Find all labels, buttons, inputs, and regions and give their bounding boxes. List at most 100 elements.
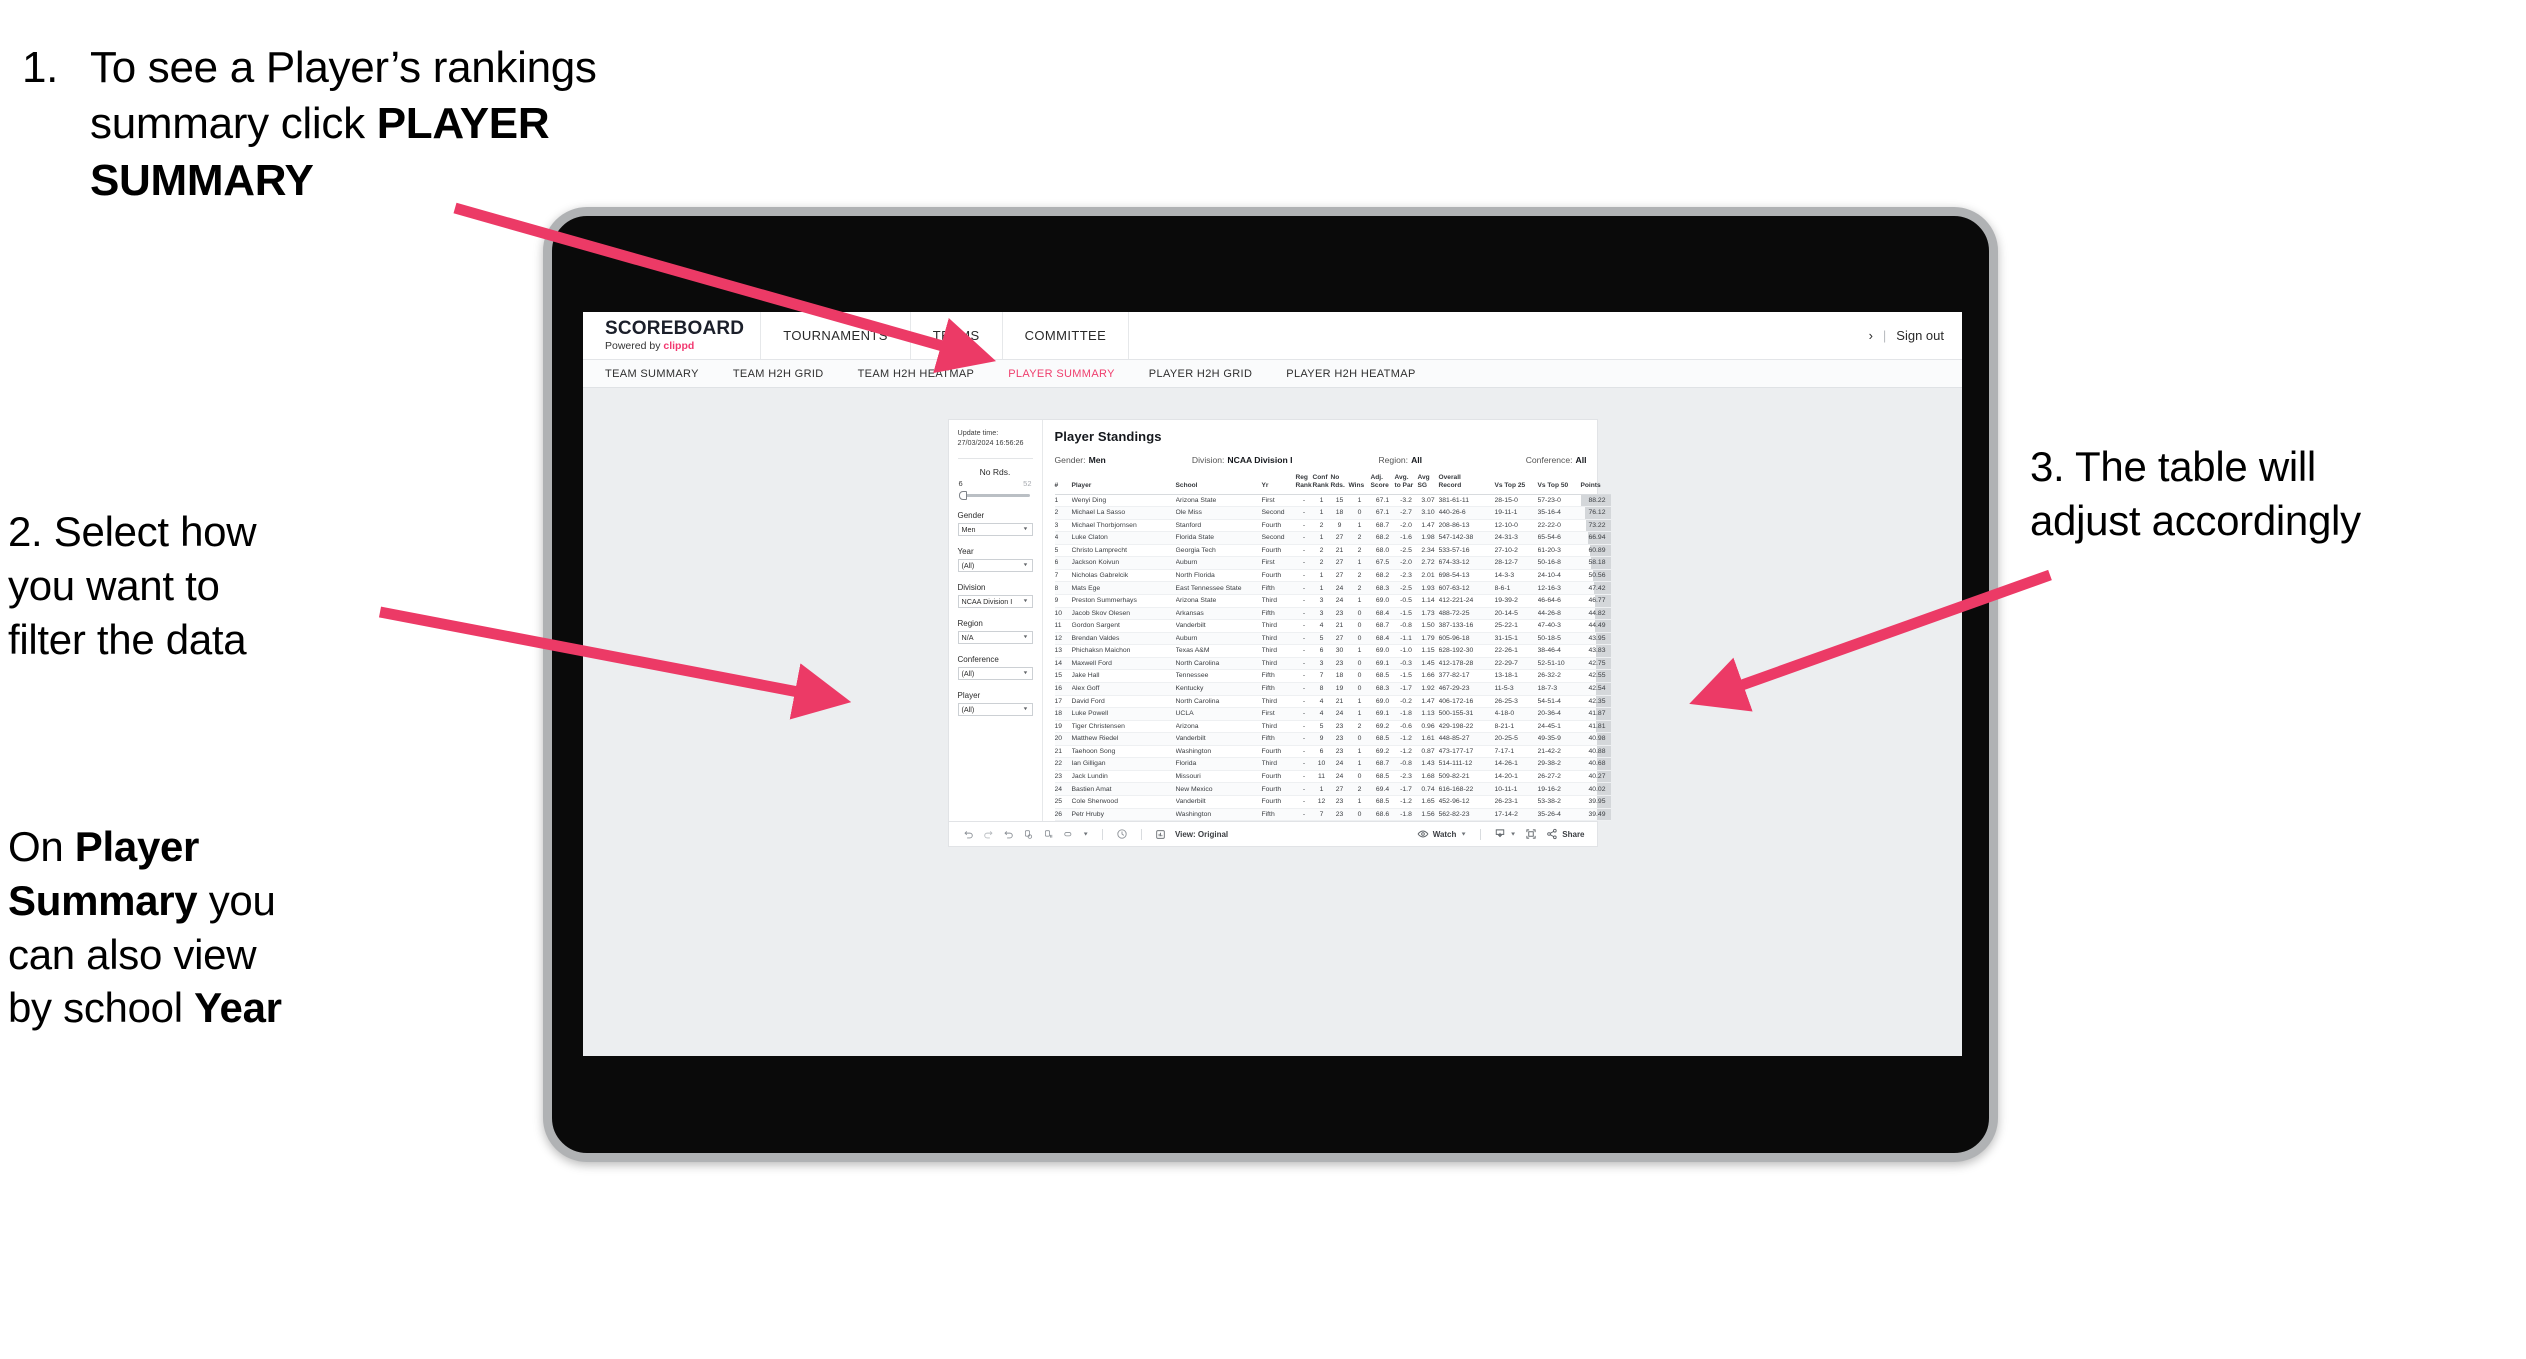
filter-division-dropdown[interactable]: NCAA Division I ▼	[957, 594, 1033, 608]
table-row[interactable]: 3 Michael Thorbjornsen Stanford Fourth -2 9 1 6…	[1054, 519, 1611, 533]
cell-no-rds: 24	[1330, 707, 1349, 721]
view-label[interactable]: View: Original	[1175, 830, 1228, 839]
refresh-data-icon[interactable]	[1023, 829, 1034, 840]
table-row[interactable]: 1 Wenyi Ding Arizona State First -1 15 1 67.1 -3…	[1054, 494, 1611, 508]
topnav-item-tournaments[interactable]: TOURNAMENTS	[761, 312, 911, 359]
cell-reg-rank: -	[1295, 770, 1313, 784]
cell-avg-to-par: -2.5	[1394, 544, 1418, 558]
col-adj-score[interactable]: Adj. Score	[1370, 474, 1395, 495]
cell-points: 40.88	[1580, 745, 1611, 759]
sign-out-link[interactable]: Sign out	[1896, 328, 1944, 343]
no-rounds-slider[interactable]	[958, 490, 1033, 500]
col-vs-top-25[interactable]: Vs Top 25	[1494, 474, 1538, 495]
col-points[interactable]: Points	[1580, 474, 1611, 495]
col-avg-to-par[interactable]: Avg. to Par	[1394, 474, 1418, 495]
table-row[interactable]: 7 Nicholas Gabrelcik North Florida Fourth -1…	[1054, 569, 1611, 583]
table-row[interactable]: 25 Cole Sherwood Vanderbilt Fourth -12 23 1 68.…	[1054, 795, 1611, 809]
slider-handle[interactable]	[958, 490, 967, 500]
topnav-item-teams[interactable]: TEAMS	[911, 312, 1003, 359]
cell-wins: 0	[1348, 619, 1371, 633]
cell-yr: Third	[1261, 657, 1296, 671]
tab-player-h2h-heatmap[interactable]: PLAYER H2H HEATMAP	[1286, 368, 1415, 380]
download-button[interactable]: ▼	[1494, 828, 1516, 840]
filter-conference-dropdown[interactable]: (All) ▼	[957, 666, 1033, 680]
view-icon[interactable]	[1155, 829, 1166, 840]
tab-player-summary[interactable]: PLAYER SUMMARY	[1008, 368, 1115, 380]
share-button[interactable]: Share	[1546, 828, 1585, 840]
download-icon	[1494, 828, 1506, 840]
cell-overall-record: 452-96-12	[1438, 795, 1495, 809]
table-row[interactable]: 23 Jack Lundin Missouri Fourth -11 24 0 68.5 -2.…	[1054, 770, 1611, 784]
table-row[interactable]: 21 Taehoon Song Washington Fourth -6 23 1 69.2-…	[1054, 745, 1611, 759]
topnav-item-committee[interactable]: COMMITTEE	[1003, 312, 1130, 359]
cell-yr: Fifth	[1261, 808, 1296, 822]
filter-region-dropdown[interactable]: N/A ▼	[957, 630, 1033, 644]
cell-adj-score: 69.1	[1370, 657, 1395, 671]
cell-no-rds: 21	[1330, 695, 1349, 709]
table-row[interactable]: 20 Matthew Riedel Vanderbilt Fifth -9 23 0 68.5…	[1054, 732, 1611, 746]
cell-vs-top-25: 28-15-0	[1494, 494, 1538, 508]
tab-team-h2h-heatmap[interactable]: TEAM H2H HEATMAP	[858, 368, 975, 380]
cell-vs-top-50: 35-26-4	[1537, 808, 1581, 822]
table-row[interactable]: 9 Preston Summerhays Arizona State Third -3 2…	[1054, 594, 1611, 608]
col-avg-sg[interactable]: Avg SG	[1417, 474, 1439, 495]
tab-team-summary[interactable]: TEAM SUMMARY	[605, 368, 699, 380]
table-row[interactable]: 12 Brendan Valdes Auburn Third -5 27 0 68.4 -1.1…	[1054, 632, 1611, 646]
tab-team-h2h-grid[interactable]: TEAM H2H GRID	[733, 368, 824, 380]
table-row[interactable]: 17 David Ford North Carolina Third -4 21 1 69.0…	[1054, 695, 1611, 709]
watch-button[interactable]: Watch ▼	[1417, 828, 1467, 840]
col-yr[interactable]: Yr	[1261, 474, 1296, 495]
col-school[interactable]: School	[1175, 474, 1262, 495]
cell-overall-record: 467-29-23	[1438, 682, 1495, 696]
table-row[interactable]: 14 Maxwell Ford North Carolina Third -3 23 0 69…	[1054, 657, 1611, 671]
col-overall-rec[interactable]: Overall Record	[1438, 474, 1495, 495]
cell-overall-record: 509-82-21	[1438, 770, 1495, 784]
table-row[interactable]: 15 Jake Hall Tennessee Fifth -7 18 0 68.5 -1.5 1.…	[1054, 669, 1611, 683]
fullscreen-icon[interactable]	[1525, 828, 1537, 840]
header-truncated-item[interactable]: ›	[1869, 328, 1873, 343]
chevron-down-icon[interactable]: ▼	[1083, 831, 1089, 837]
table-row[interactable]: 4 Luke Claton Florida State Second -1 27 2 68.2…	[1054, 531, 1611, 545]
cell-overall-record: 448-85-27	[1438, 732, 1495, 746]
table-row[interactable]: 6 Jackson Koivun Auburn First -2 27 1 67.5 -2.0 2…	[1054, 556, 1611, 570]
col-reg-rank[interactable]: Reg Rank	[1295, 474, 1313, 495]
filter-player-dropdown[interactable]: (All) ▼	[957, 702, 1033, 716]
redo-icon[interactable]	[983, 829, 994, 840]
col-conf-rank[interactable]: Conf Rank	[1312, 474, 1331, 495]
cell-wins: 0	[1348, 669, 1371, 683]
col-rank[interactable]: #	[1054, 474, 1072, 495]
table-row[interactable]: 13 Phichaksn Maichon Texas A&M Third -6 30 1 69…	[1054, 644, 1611, 658]
col-player[interactable]: Player	[1071, 474, 1176, 495]
cell-conf-rank: 10	[1312, 757, 1331, 771]
col-vs-top-50[interactable]: Vs Top 50	[1537, 474, 1581, 495]
table-row[interactable]: 18 Luke Powell UCLA First -4 24 1 69.1 -1.8 1.13 5…	[1054, 707, 1611, 721]
filter-gender-dropdown[interactable]: Men ▼	[957, 522, 1033, 536]
table-row[interactable]: 8 Mats Ege East Tennessee State Fifth -1 24 2 6…	[1054, 581, 1611, 596]
table-row[interactable]: 2 Michael La Sasso Ole Miss Second -1 18 0 67.1…	[1054, 506, 1611, 520]
cell-points: 41.81	[1580, 720, 1611, 734]
cell-reg-rank: -	[1295, 808, 1313, 822]
revert-icon[interactable]	[1003, 829, 1014, 840]
cell-no-rds: 23	[1330, 795, 1349, 809]
filter-year-dropdown[interactable]: (All) ▼	[957, 558, 1033, 572]
cell-player: Gordon Sargent	[1071, 619, 1176, 633]
table-row[interactable]: 11 Gordon Sargent Vanderbilt Third -4 21 0 68.7…	[1054, 619, 1611, 633]
pause-updates-icon[interactable]	[1043, 829, 1054, 840]
pause-auto-update-icon[interactable]	[1116, 828, 1128, 840]
table-row[interactable]: 10 Jacob Skov Olesen Arkansas Fifth -3 23 0 68.…	[1054, 607, 1611, 621]
col-no-rds[interactable]: No Rds.	[1330, 474, 1349, 495]
table-row[interactable]: 22 Ian Gilligan Florida Third -10 24 1 68.7 -0.8…	[1054, 757, 1611, 771]
table-row[interactable]: 24 Bastien Amat New Mexico Fourth -1 27 2 69.4-…	[1054, 782, 1611, 797]
undo-icon[interactable]	[963, 829, 974, 840]
table-row[interactable]: 16 Alex Goff Kentucky Fifth -8 19 0 68.3 -1.7 1.9…	[1054, 682, 1611, 696]
highlight-icon[interactable]	[1063, 829, 1074, 840]
table-row[interactable]: 5 Christo Lamprecht Georgia Tech Fourth -2 21…	[1054, 544, 1611, 558]
cell-reg-rank: -	[1295, 544, 1313, 558]
table-row[interactable]: 26 Petr Hruby Washington Fifth -7 23 0 68.6 -1.8…	[1054, 808, 1611, 822]
filter-year: Year (All) ▼	[957, 547, 1033, 572]
brand-clippd: clippd	[663, 340, 695, 353]
table-row[interactable]: 19 Tiger Christensen Arizona Third -5 23 2 69.2…	[1054, 720, 1611, 734]
col-wins[interactable]: Wins	[1348, 474, 1371, 495]
tab-player-h2h-grid[interactable]: PLAYER H2H GRID	[1149, 368, 1252, 380]
cell-vs-top-50: 50-18-5	[1537, 632, 1581, 646]
